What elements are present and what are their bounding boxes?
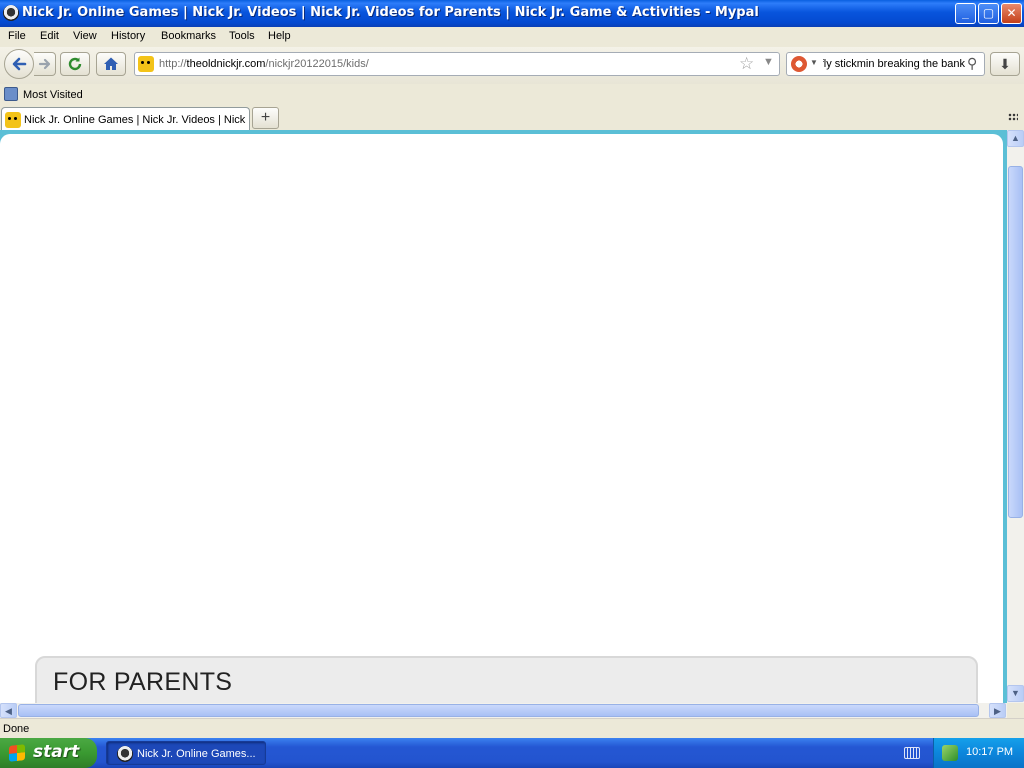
- horizontal-scrollbar[interactable]: ◀ ▶: [0, 703, 1007, 718]
- horizontal-scroll-thumb[interactable]: [18, 704, 979, 717]
- url-text[interactable]: http://theoldnickjr.com/nickjr20122015/k…: [159, 58, 369, 70]
- search-magnifier-icon[interactable]: ⚲: [967, 55, 977, 72]
- for-parents-panel: FOR PARENTS: [35, 656, 978, 703]
- menu-view[interactable]: View: [73, 30, 97, 42]
- site-favicon-icon: [138, 56, 154, 72]
- vertical-scroll-thumb[interactable]: [1008, 166, 1023, 518]
- scroll-down-button[interactable]: ▼: [1007, 685, 1024, 702]
- minimize-button[interactable]: _: [955, 3, 976, 24]
- menu-bar: File Edit View History Bookmarks Tools H…: [0, 27, 1024, 47]
- tab-strip: Nick Jr. Online Games | Nick Jr. Videos …: [0, 106, 1024, 131]
- scrollbar-corner: [1007, 703, 1024, 718]
- vertical-scrollbar[interactable]: ▲ ▼: [1007, 130, 1024, 703]
- window-title: Nick Jr. Online Games | Nick Jr. Videos …: [22, 5, 759, 20]
- url-host: theoldnickjr.com: [186, 58, 266, 70]
- reload-icon: [68, 57, 82, 71]
- page-body: [0, 134, 1003, 703]
- forward-arrow-icon: [38, 58, 50, 70]
- url-bar[interactable]: http://theoldnickjr.com/nickjr20122015/k…: [134, 52, 780, 76]
- menu-edit[interactable]: Edit: [40, 30, 59, 42]
- duckduckgo-engine-icon[interactable]: [791, 56, 807, 72]
- home-icon: [104, 57, 118, 70]
- bookmarks-toolbar: Most Visited: [0, 84, 1024, 106]
- search-query-text: fly stickmin breaking the bank: [823, 58, 965, 70]
- taskbar-item-label: Nick Jr. Online Games...: [137, 748, 256, 760]
- title-bar[interactable]: Nick Jr. Online Games | Nick Jr. Videos …: [0, 0, 1024, 27]
- downloads-button[interactable]: ⬇: [990, 52, 1020, 76]
- forward-button[interactable]: [34, 52, 56, 76]
- network-tray-icon[interactable]: [942, 745, 958, 761]
- url-path: /nickjr20122015/kids/: [265, 58, 369, 70]
- scroll-up-button[interactable]: ▲: [1007, 130, 1024, 147]
- browser-window: Nick Jr. Online Games | Nick Jr. Videos …: [0, 0, 1024, 768]
- most-visited-folder-icon[interactable]: [4, 87, 18, 101]
- tab-nick-jr[interactable]: Nick Jr. Online Games | Nick Jr. Videos …: [1, 107, 250, 131]
- back-button[interactable]: [4, 49, 34, 79]
- scroll-right-button[interactable]: ▶: [989, 703, 1006, 718]
- start-label: start: [33, 742, 80, 762]
- url-history-dropdown-icon[interactable]: ▼: [763, 56, 774, 68]
- taskbar-item-mypal[interactable]: Nick Jr. Online Games...: [106, 741, 266, 765]
- system-tray: 10:17 PM: [933, 738, 1024, 768]
- reload-button[interactable]: [60, 52, 90, 76]
- menu-history[interactable]: History: [111, 30, 145, 42]
- clock[interactable]: 10:17 PM: [966, 746, 1013, 758]
- download-arrow-icon: ⬇: [999, 56, 1011, 72]
- status-bar: Done: [0, 718, 1024, 738]
- tab-label: Nick Jr. Online Games | Nick Jr. Videos …: [24, 114, 246, 126]
- search-bar[interactable]: ▼ fly stickmin breaking the bank ⚲: [786, 52, 985, 76]
- taskbar: start Nick Jr. Online Games... 10:17 PM: [0, 738, 1024, 768]
- page-viewport: FOR PARENTS: [0, 130, 1007, 703]
- list-all-tabs-icon[interactable]: [1008, 113, 1018, 121]
- mypal-taskbar-icon: [117, 746, 133, 762]
- bookmark-star-icon[interactable]: ☆: [739, 54, 754, 74]
- engine-dropdown-icon[interactable]: ▼: [810, 58, 818, 67]
- new-tab-button[interactable]: +: [252, 107, 279, 129]
- keyboard-language-icon[interactable]: [904, 747, 920, 759]
- start-button[interactable]: start: [0, 738, 97, 768]
- maximize-button[interactable]: ▢: [978, 3, 999, 24]
- search-input[interactable]: fly stickmin breaking the bank: [823, 58, 965, 70]
- url-prefix: http://: [159, 58, 187, 70]
- menu-help[interactable]: Help: [268, 30, 291, 42]
- tab-favicon-icon: [5, 112, 21, 128]
- menu-file[interactable]: File: [8, 30, 26, 42]
- home-button[interactable]: [96, 52, 126, 76]
- for-parents-heading[interactable]: FOR PARENTS: [53, 668, 232, 697]
- menu-tools[interactable]: Tools: [229, 30, 255, 42]
- bookmark-most-visited[interactable]: Most Visited: [23, 89, 83, 101]
- back-arrow-icon: [12, 57, 27, 71]
- status-text: Done: [3, 723, 30, 735]
- close-button[interactable]: ✕: [1001, 3, 1022, 24]
- navigation-toolbar: http://theoldnickjr.com/nickjr20122015/k…: [0, 47, 1024, 84]
- scroll-left-button[interactable]: ◀: [0, 703, 17, 718]
- windows-flag-icon: [9, 744, 25, 762]
- menu-bookmarks[interactable]: Bookmarks: [161, 30, 216, 42]
- mypal-app-icon[interactable]: [3, 5, 19, 21]
